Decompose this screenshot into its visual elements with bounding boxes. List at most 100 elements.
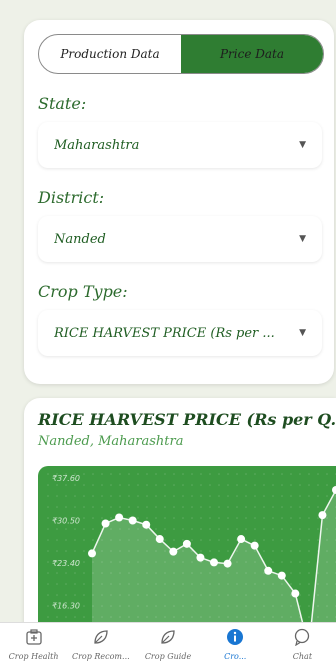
grid-dot	[200, 517, 202, 519]
production-data-tab[interactable]: Production Data	[39, 35, 181, 73]
price-data-tab[interactable]: Price Data	[181, 35, 323, 73]
grid-dot	[182, 517, 184, 519]
price-point[interactable]	[182, 539, 191, 548]
grid-dot	[209, 528, 211, 530]
grid-dot	[218, 539, 220, 541]
price-point[interactable]	[115, 513, 124, 522]
district-select[interactable]: Nanded ▼	[38, 216, 322, 262]
crop-type-label: Crop Type:	[38, 282, 128, 301]
grid-dot	[137, 495, 139, 497]
grid-dot	[200, 495, 202, 497]
price-point[interactable]	[237, 535, 246, 544]
crop-type-select[interactable]: RICE HARVEST PRICE (Rs per ... ▼	[38, 310, 322, 356]
price-point[interactable]	[101, 519, 110, 528]
grid-dot	[281, 473, 283, 475]
grid-dot	[272, 484, 274, 486]
grid-dot	[191, 539, 193, 541]
grid-dot	[191, 517, 193, 519]
grid-dot	[245, 528, 247, 530]
grid-dot	[101, 517, 103, 519]
grid-dot	[317, 517, 319, 519]
grid-dot	[56, 616, 58, 618]
price-point[interactable]	[291, 589, 300, 598]
grid-dot	[308, 605, 310, 607]
grid-dot	[56, 550, 58, 552]
grid-dot	[92, 517, 94, 519]
grid-dot	[254, 473, 256, 475]
nav-item[interactable]: Chat	[269, 623, 336, 665]
grid-dot	[317, 495, 319, 497]
grid-dot	[308, 594, 310, 596]
price-point[interactable]	[142, 520, 151, 529]
district-label: District:	[38, 188, 105, 207]
grid-dot	[74, 616, 76, 618]
grid-dot	[308, 550, 310, 552]
grid-dot	[299, 506, 301, 508]
grid-dot	[263, 473, 265, 475]
price-point[interactable]	[277, 571, 286, 580]
grid-dot	[92, 495, 94, 497]
grid-dot	[56, 572, 58, 574]
grid-dot	[65, 506, 67, 508]
nav-item[interactable]: Cro...	[202, 623, 269, 665]
data-type-toggle[interactable]: Production Data Price Data	[38, 34, 324, 74]
grid-dot	[236, 495, 238, 497]
price-point[interactable]	[169, 547, 178, 556]
grid-dot	[47, 550, 49, 552]
grid-dot	[56, 528, 58, 530]
grid-dot	[281, 550, 283, 552]
dropdown-arrow-icon: ▼	[299, 234, 306, 244]
grid-dot	[47, 539, 49, 541]
grid-dot	[308, 572, 310, 574]
price-point[interactable]	[88, 549, 96, 558]
grid-dot	[65, 583, 67, 585]
grid-dot	[200, 550, 202, 552]
grid-dot	[65, 539, 67, 541]
grid-dot	[227, 506, 229, 508]
grid-dot	[227, 484, 229, 486]
price-point[interactable]	[128, 516, 137, 525]
price-point[interactable]	[223, 559, 232, 568]
grid-dot	[191, 506, 193, 508]
grid-dot	[65, 484, 67, 486]
grid-dot	[173, 506, 175, 508]
grid-dot	[56, 506, 58, 508]
price-point[interactable]	[196, 553, 205, 562]
grid-dot	[110, 473, 112, 475]
price-point[interactable]	[210, 558, 218, 567]
state-select[interactable]: Maharashtra ▼	[38, 122, 322, 168]
price-point[interactable]	[250, 541, 259, 550]
nav-item-label: Cro...	[224, 652, 247, 661]
grid-dot	[218, 528, 220, 530]
nav-item[interactable]: Crop Recom...	[67, 623, 134, 665]
grid-dot	[146, 517, 148, 519]
grid-dot	[299, 605, 301, 607]
grid-dot	[173, 539, 175, 541]
grid-dot	[272, 473, 274, 475]
grid-dot	[74, 495, 76, 497]
chart-svg: ₹37.60 ₹30.50 ₹23.40 ₹16.30	[47, 473, 336, 628]
grid-dot	[164, 517, 166, 519]
grid-dot	[326, 484, 328, 486]
y-tick-label: ₹37.60	[52, 474, 80, 483]
price-point[interactable]	[264, 566, 273, 575]
grid-dot	[83, 517, 85, 519]
grid-dot	[146, 473, 148, 475]
grid-dot	[92, 528, 94, 530]
grid-dot	[290, 550, 292, 552]
price-point[interactable]	[318, 511, 327, 520]
grid-dot	[56, 594, 58, 596]
grid-dot	[83, 539, 85, 541]
grid-dot	[209, 517, 211, 519]
grid-dot	[209, 550, 211, 552]
grid-dot	[74, 594, 76, 596]
price-point[interactable]	[332, 485, 336, 494]
nav-item[interactable]: Crop Guide	[134, 623, 201, 665]
grid-dot	[290, 572, 292, 574]
nav-item[interactable]: Crop Health	[0, 623, 67, 665]
grid-dot	[83, 616, 85, 618]
grid-dot	[299, 583, 301, 585]
grid-dot	[263, 550, 265, 552]
price-point[interactable]	[155, 535, 164, 544]
grid-dot	[182, 539, 184, 541]
